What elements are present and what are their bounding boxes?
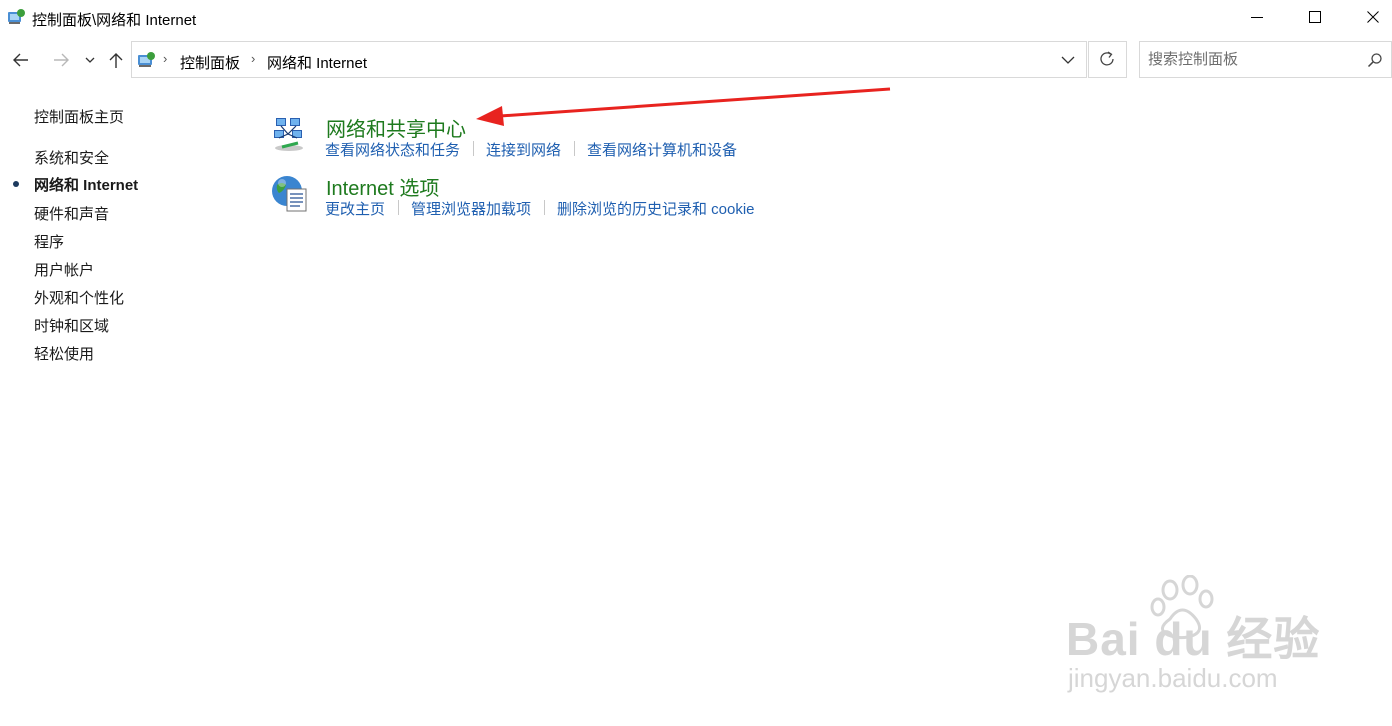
sidebar-item-system-security[interactable]: 系统和安全	[34, 147, 109, 168]
internet-options-link[interactable]: Internet 选项	[326, 172, 439, 201]
control-panel-icon	[136, 50, 158, 70]
arrow-left-icon	[13, 53, 28, 67]
search-box[interactable]	[1139, 41, 1392, 78]
watermark: Bai du 经验 jingyan.baidu.com	[1060, 575, 1390, 705]
refresh-icon	[1100, 51, 1114, 66]
minimize-icon	[1251, 17, 1263, 18]
control-panel-icon	[7, 8, 27, 26]
manage-addons-link[interactable]: 管理浏览器加载项	[411, 198, 531, 219]
view-network-status-link[interactable]: 查看网络状态和任务	[325, 139, 460, 160]
sidebar-item-programs[interactable]: 程序	[34, 231, 64, 252]
network-sharing-center-link[interactable]: 网络和共享中心	[326, 113, 466, 142]
chevron-down-icon	[1061, 56, 1075, 64]
change-homepage-link[interactable]: 更改主页	[325, 198, 385, 219]
connect-to-network-link[interactable]: 连接到网络	[486, 139, 561, 160]
link-separator	[574, 141, 575, 156]
chevron-down-icon	[85, 57, 95, 63]
close-icon	[1367, 11, 1379, 23]
up-button[interactable]	[105, 47, 127, 73]
annotation-arrow	[476, 87, 891, 126]
network-sharing-icon[interactable]	[270, 114, 310, 154]
breadcrumb-network-internet[interactable]: 网络和 Internet	[267, 52, 367, 73]
address-dropdown-button[interactable]	[1050, 42, 1086, 77]
minimize-button[interactable]	[1228, 0, 1286, 34]
sidebar-item-appearance[interactable]: 外观和个性化	[34, 287, 124, 308]
breadcrumb-separator: ›	[163, 51, 168, 66]
sidebar-item-clock-region[interactable]: 时钟和区域	[34, 315, 109, 336]
view-network-computers-link[interactable]: 查看网络计算机和设备	[587, 139, 737, 160]
window-title: 控制面板\网络和 Internet	[32, 12, 197, 29]
back-button[interactable]	[10, 47, 32, 73]
arrow-up-icon	[109, 53, 123, 68]
address-bar[interactable]: › 控制面板 › 网络和 Internet	[131, 41, 1087, 78]
active-indicator	[13, 181, 19, 187]
sidebar-item-hardware-sound[interactable]: 硬件和声音	[34, 203, 109, 224]
watermark-url: jingyan.baidu.com	[1068, 663, 1278, 693]
link-separator	[398, 200, 399, 215]
recent-locations-button[interactable]	[80, 47, 102, 73]
search-input[interactable]	[1148, 51, 1353, 68]
arrow-right-icon	[54, 53, 69, 67]
internet-options-icon[interactable]	[270, 173, 310, 213]
link-separator	[544, 200, 545, 215]
breadcrumb-separator: ›	[251, 51, 256, 66]
sidebar-home-link[interactable]: 控制面板主页	[34, 106, 124, 127]
title-bar: 控制面板\网络和 Internet	[0, 0, 1392, 34]
maximize-button[interactable]	[1286, 0, 1344, 34]
maximize-icon	[1309, 11, 1321, 23]
delete-browsing-history-link[interactable]: 删除浏览的历史记录和 cookie	[557, 198, 755, 219]
refresh-button[interactable]	[1088, 41, 1127, 78]
sidebar-item-user-accounts[interactable]: 用户帐户	[34, 259, 94, 280]
sidebar-item-network-internet: 网络和 Internet	[34, 177, 139, 194]
breadcrumb-control-panel[interactable]: 控制面板	[180, 52, 240, 73]
sidebar-item-ease-of-access[interactable]: 轻松使用	[34, 343, 94, 364]
watermark-logo: Bai du 经验	[1066, 613, 1321, 665]
close-button[interactable]	[1344, 0, 1392, 34]
forward-button[interactable]	[50, 47, 72, 73]
link-separator	[473, 141, 474, 156]
search-icon[interactable]	[1367, 52, 1383, 73]
